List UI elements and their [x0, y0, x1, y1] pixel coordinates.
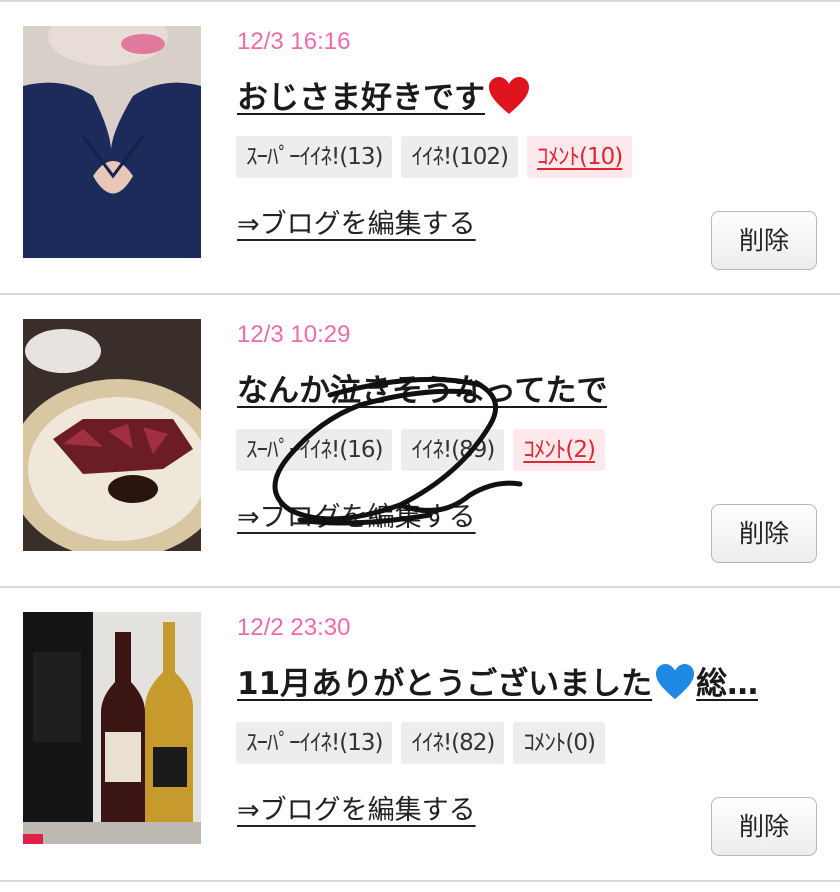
reaction-tags: ｽｰﾊﾟｰｲｲﾈ!(16) ｲｲﾈ!(89) ｺﾒﾝﾄ(2): [236, 429, 605, 471]
like-count[interactable]: ｲｲﾈ!(102): [401, 136, 519, 178]
delete-button[interactable]: 削除: [711, 211, 817, 270]
post-thumbnail[interactable]: [23, 319, 201, 551]
divider: [0, 880, 840, 882]
delete-button[interactable]: 削除: [711, 797, 817, 856]
reaction-tags: ｽｰﾊﾟｰｲｲﾈ!(13) ｲｲﾈ!(102) ｺﾒﾝﾄ(10): [236, 136, 633, 178]
comment-count[interactable]: ｺﾒﾝﾄ(0): [513, 722, 605, 764]
super-like-count[interactable]: ｽｰﾊﾟｰｲｲﾈ!(13): [236, 722, 393, 764]
post-title[interactable]: おじさま好きです: [237, 72, 531, 124]
post-title[interactable]: なんか泣きそうなってたで: [237, 365, 607, 410]
blue-heart-icon: [654, 663, 696, 709]
post-thumbnail[interactable]: [23, 26, 201, 258]
post-date: 12/3 16:16: [237, 28, 351, 55]
post-title-text[interactable]: おじさま好きです: [237, 80, 485, 116]
edit-blog-link[interactable]: ⇒ブログを編集する: [237, 495, 476, 534]
delete-button[interactable]: 削除: [711, 504, 817, 563]
super-like-count[interactable]: ｽｰﾊﾟｰｲｲﾈ!(13): [236, 136, 393, 178]
red-heart-icon: [487, 76, 531, 124]
blog-post: 12/2 23:30 11月ありがとうございました 総… ｽｰﾊﾟｰｲｲﾈ!(13…: [0, 588, 840, 878]
post-date: 12/2 23:30: [237, 614, 351, 641]
blog-post: 12/3 16:16 おじさま好きです ｽｰﾊﾟｰｲｲﾈ!(13) ｲｲﾈ!(1…: [0, 2, 840, 292]
like-count[interactable]: ｲｲﾈ!(89): [401, 429, 505, 471]
like-count[interactable]: ｲｲﾈ!(82): [401, 722, 505, 764]
reaction-tags: ｽｰﾊﾟｰｲｲﾈ!(13) ｲｲﾈ!(82) ｺﾒﾝﾄ(0): [236, 722, 605, 764]
comment-count[interactable]: ｺﾒﾝﾄ(10): [527, 136, 633, 178]
post-thumbnail[interactable]: [23, 612, 201, 844]
post-title[interactable]: 11月ありがとうございました 総…: [237, 658, 758, 709]
post-date: 12/3 10:29: [237, 321, 351, 348]
blog-post: 12/3 10:29 なんか泣きそうなってたで ｽｰﾊﾟｰｲｲﾈ!(16) ｲｲ…: [0, 295, 840, 585]
post-title-text[interactable]: 11月ありがとうございました: [237, 666, 652, 702]
super-like-count[interactable]: ｽｰﾊﾟｰｲｲﾈ!(16): [236, 429, 393, 471]
post-title-text[interactable]: なんか泣きそうなってたで: [237, 373, 607, 409]
edit-blog-link[interactable]: ⇒ブログを編集する: [237, 202, 476, 241]
comment-count[interactable]: ｺﾒﾝﾄ(2): [513, 429, 605, 471]
post-title-suffix[interactable]: 総…: [696, 666, 758, 702]
edit-blog-link[interactable]: ⇒ブログを編集する: [237, 788, 476, 827]
